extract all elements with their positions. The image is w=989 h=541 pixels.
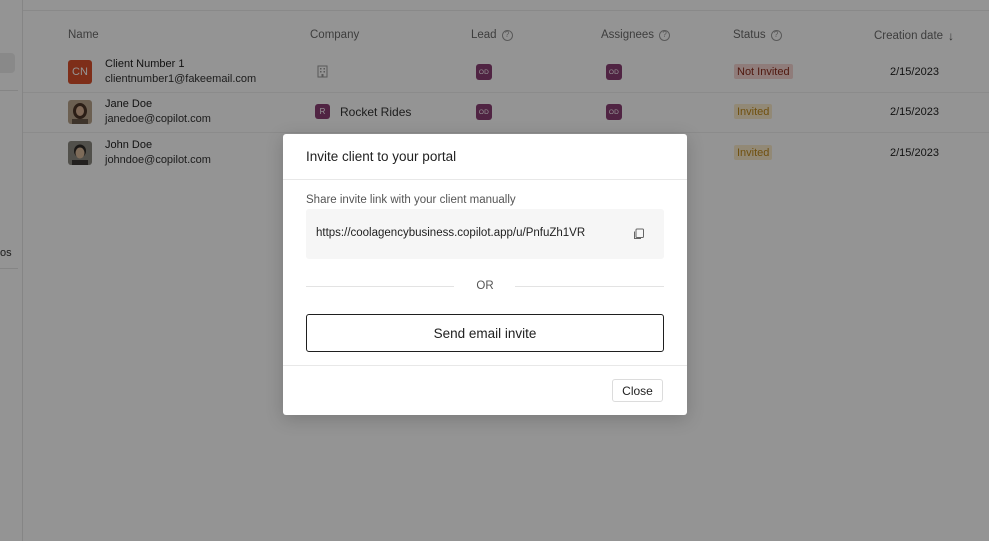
or-divider-right: [515, 286, 664, 287]
invite-link-text[interactable]: https://coolagencybusiness.copilot.app/u…: [316, 227, 585, 239]
modal-footer-divider: [283, 365, 687, 366]
modal-title: Invite client to your portal: [306, 149, 457, 164]
send-email-invite-button[interactable]: Send email invite: [306, 314, 664, 352]
copy-icon[interactable]: [633, 228, 645, 240]
invite-link-box[interactable]: https://coolagencybusiness.copilot.app/u…: [306, 209, 664, 259]
close-button[interactable]: Close: [612, 379, 663, 402]
modal-header-divider: [283, 179, 687, 180]
invite-client-modal: Invite client to your portal Share invit…: [283, 134, 687, 415]
share-link-label: Share invite link with your client manua…: [306, 194, 516, 206]
